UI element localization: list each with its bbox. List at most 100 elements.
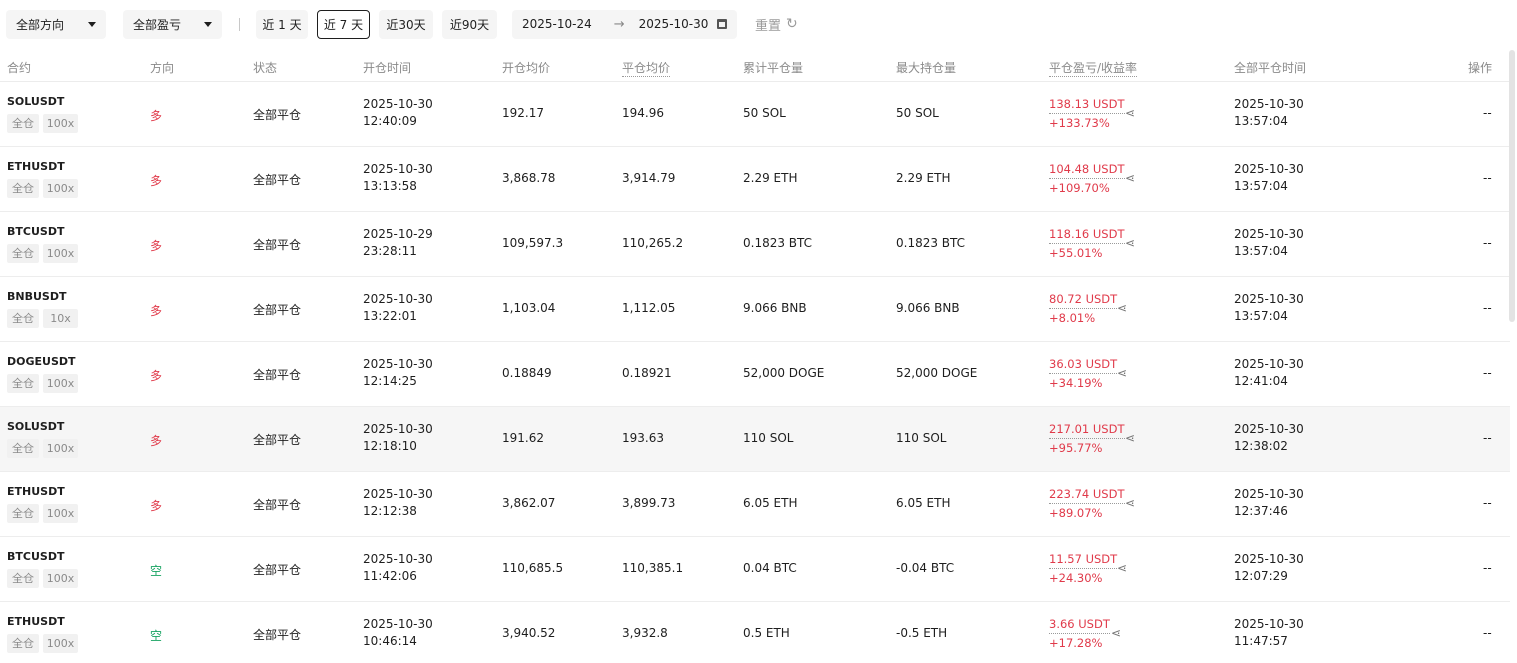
avg-close-price: 1,112.05 [622,301,676,315]
col-avg-open: 开仓均价 [502,61,551,75]
close-date: 2025-10-30 [1234,162,1304,176]
open-time: 12:14:25 [363,374,417,388]
realized-pnl[interactable]: 3.66 USDT [1049,617,1110,634]
table-row[interactable]: SOLUSDT 全仓 100x 多 全部平仓 2025-10-30 12:40:09 192.… [0,82,1510,147]
share-icon[interactable]: ⋖ [1125,431,1135,445]
share-icon[interactable]: ⋖ [1117,561,1127,575]
table-row[interactable]: ETHUSDT 全仓 100x 多 全部平仓 2025-10-30 13:13:58 3,86… [0,147,1510,212]
range-1d-button[interactable]: 近 1 天 [256,9,308,39]
share-icon[interactable]: ⋖ [1125,236,1135,250]
closed-quantity: 52,000 DOGE [743,366,825,380]
closed-quantity: 2.29 ETH [743,171,798,185]
direction-value: 多 [150,174,163,188]
reset-button[interactable]: 重置 ↻ [755,15,798,34]
pnl-select-label: 全部盈亏 [133,17,182,32]
col-avg-close[interactable]: 平仓均价 [622,59,671,77]
contract-symbol[interactable]: ETHUSDT [7,160,65,173]
avg-close-price: 3,914.79 [622,171,676,185]
realized-pnl[interactable]: 118.16 USDT [1049,227,1125,244]
close-time: 12:07:29 [1234,569,1288,583]
table-row[interactable]: BTCUSDT 全仓 100x 多 全部平仓 2025-10-29 23:28:11 109,… [0,212,1510,277]
col-pnl[interactable]: 平仓盈亏/收益率 [1049,59,1138,77]
calendar-icon[interactable] [717,19,727,29]
direction-value: 多 [150,434,163,448]
table-row[interactable]: ETHUSDT 全仓 100x 多 全部平仓 2025-10-30 12:12:38 3,86… [0,472,1510,537]
contract-symbol[interactable]: DOGEUSDT [7,355,76,368]
close-time: 13:57:04 [1234,309,1288,323]
table-row[interactable]: BTCUSDT 全仓 100x 空 全部平仓 2025-10-30 11:42:06 110,… [0,537,1510,602]
contract-symbol[interactable]: SOLUSDT [7,420,64,433]
realized-pnl[interactable]: 104.48 USDT [1049,162,1125,179]
contract-symbol[interactable]: BTCUSDT [7,225,64,238]
range-30d-button[interactable]: 近30天 [379,9,433,39]
open-time: 12:12:38 [363,504,417,518]
action-value: -- [1483,106,1492,120]
contract-symbol[interactable]: ETHUSDT [7,615,65,628]
roi-value: +109.70% [1049,181,1110,195]
action-value: -- [1483,236,1492,250]
open-time: 23:28:11 [363,244,417,258]
caret-down-icon [88,21,96,27]
table-row[interactable]: ETHUSDT 全仓 100x 空 全部平仓 2025-10-30 10:46:14 3,94… [0,602,1510,663]
avg-close-price: 194.96 [622,106,664,120]
date-start[interactable]: 2025-10-24 [522,17,592,31]
filter-toolbar: 全部方向 全部盈亏 近 1 天 近 7 天 近30天 近90天 2025-10-… [6,9,798,39]
action-value: -- [1483,561,1492,575]
close-time: 13:57:04 [1234,114,1288,128]
open-date: 2025-10-30 [363,552,433,566]
close-date: 2025-10-30 [1234,292,1304,306]
date-end[interactable]: 2025-10-30 [639,17,709,31]
range-7d-button[interactable]: 近 7 天 [317,9,370,39]
close-time: 12:38:02 [1234,439,1288,453]
realized-pnl[interactable]: 223.74 USDT [1049,487,1125,504]
table-row[interactable]: DOGEUSDT 全仓 100x 多 全部平仓 2025-10-30 12:14:25 0.1… [0,342,1510,407]
table-row[interactable]: BNBUSDT 全仓 10x 多 全部平仓 2025-10-30 13:22:01 1,103… [0,277,1510,342]
margin-mode-tag: 全仓 [7,439,39,458]
max-position: 0.1823 BTC [896,236,966,250]
realized-pnl[interactable]: 80.72 USDT [1049,292,1118,309]
share-icon[interactable]: ⋖ [1125,496,1135,510]
contract-symbol[interactable]: ETHUSDT [7,485,65,498]
pnl-select[interactable]: 全部盈亏 [123,9,222,39]
realized-pnl[interactable]: 11.57 USDT [1049,552,1118,569]
avg-close-price: 3,932.8 [622,626,668,640]
realized-pnl[interactable]: 138.13 USDT [1049,97,1125,114]
roi-value: +34.19% [1049,376,1103,390]
scrollbar[interactable] [1509,50,1515,655]
date-range-picker[interactable]: 2025-10-24 → 2025-10-30 [512,9,737,39]
scrollbar-thumb[interactable] [1509,50,1515,322]
status-value: 全部平仓 [253,563,302,577]
roi-value: +8.01% [1049,311,1096,325]
share-icon[interactable]: ⋖ [1125,171,1135,185]
open-date: 2025-10-30 [363,487,433,501]
margin-mode-tag: 全仓 [7,374,39,393]
table-row[interactable]: SOLUSDT 全仓 100x 多 全部平仓 2025-10-30 12:18:10 191.… [0,407,1510,472]
contract-symbol[interactable]: BNBUSDT [7,290,66,303]
contract-symbol[interactable]: BTCUSDT [7,550,64,563]
action-value: -- [1483,626,1492,640]
open-date: 2025-10-30 [363,162,433,176]
close-time: 11:47:57 [1234,634,1288,648]
realized-pnl[interactable]: 36.03 USDT [1049,357,1118,374]
avg-close-price: 193.63 [622,431,664,445]
max-position: 50 SOL [896,106,939,120]
realized-pnl[interactable]: 217.01 USDT [1049,422,1125,439]
table-header: 合约 方向 状态 开仓时间 开仓均价 平仓均价 累计平仓量 最大持仓量 平仓盈亏… [0,50,1510,82]
close-time: 13:57:04 [1234,244,1288,258]
col-max-pos: 最大持仓量 [896,61,957,75]
share-icon[interactable]: ⋖ [1117,301,1127,315]
share-icon[interactable]: ⋖ [1111,626,1121,640]
contract-symbol[interactable]: SOLUSDT [7,95,64,108]
direction-select[interactable]: 全部方向 [6,9,106,39]
close-date: 2025-10-30 [1234,617,1304,631]
share-icon[interactable]: ⋖ [1117,366,1127,380]
action-value: -- [1483,301,1492,315]
share-icon[interactable]: ⋖ [1125,106,1135,120]
col-direction: 方向 [150,61,175,75]
avg-open-price: 3,868.78 [502,171,556,185]
open-time: 12:40:09 [363,114,417,128]
range-90d-button[interactable]: 近90天 [442,9,497,39]
open-date: 2025-10-29 [363,227,433,241]
caret-down-icon [204,21,212,27]
close-date: 2025-10-30 [1234,357,1304,371]
